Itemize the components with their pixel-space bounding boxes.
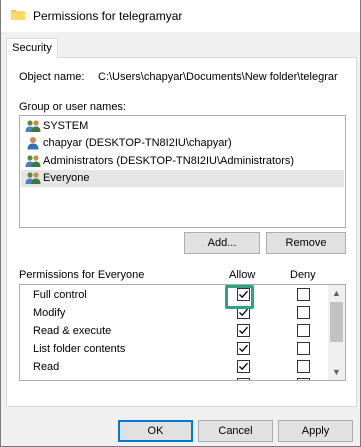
object-name-label: Object name:: [19, 71, 85, 83]
user-list[interactable]: SYSTEM chapyar (DESKTOP-TN8I2IU\chapyar) A…: [19, 115, 346, 228]
deny-checkbox[interactable]: [297, 324, 310, 337]
permission-row: Full control: [20, 286, 328, 304]
allow-checkbox[interactable]: [237, 378, 250, 380]
allow-column-header: Allow: [229, 269, 256, 281]
object-name-value: C:\Users\chapyar\Documents\New folder\te…: [98, 71, 338, 83]
deny-checkbox[interactable]: [297, 288, 310, 301]
permission-row: Read & execute: [20, 322, 328, 340]
allow-checkbox[interactable]: [237, 342, 250, 355]
folder-icon: [11, 8, 25, 21]
deny-checkbox[interactable]: [297, 306, 310, 319]
permission-row: [20, 376, 328, 380]
permissions-dialog: Permissions for telegramyar Security Obj…: [0, 0, 361, 447]
full-control-highlight: [225, 285, 254, 309]
permission-row: Read: [20, 358, 328, 376]
user-list-item[interactable]: chapyar (DESKTOP-TN8I2IU\chapyar): [21, 135, 344, 152]
permission-name: Read & execute: [33, 325, 112, 337]
security-panel: Object name: C:\Users\chapyar\Documents\…: [6, 57, 357, 407]
user-list-item-label: Everyone: [43, 172, 90, 184]
scroll-up-icon[interactable]: ▲: [328, 285, 345, 301]
deny-checkbox[interactable]: [297, 360, 310, 373]
user-list-item-label: chapyar (DESKTOP-TN8I2IU\chapyar): [43, 137, 232, 149]
user-icon: [25, 136, 41, 150]
deny-column-header: Deny: [290, 269, 316, 281]
window-title: Permissions for telegramyar: [33, 9, 183, 23]
permission-name: List folder contents: [33, 343, 126, 355]
user-list-item[interactable]: Administrators (DESKTOP-TN8I2IU\Administ…: [21, 152, 344, 169]
permission-row: List folder contents: [20, 340, 328, 358]
cancel-button[interactable]: Cancel: [198, 420, 273, 442]
user-list-item[interactable]: SYSTEM: [21, 117, 344, 134]
user-group-icon: [25, 171, 41, 185]
allow-checkbox[interactable]: [237, 324, 250, 337]
permission-name: Full control: [33, 289, 87, 301]
user-list-item-label: Administrators (DESKTOP-TN8I2IU\Administ…: [43, 154, 295, 167]
deny-checkbox[interactable]: [297, 342, 310, 355]
permissions-scrollbar[interactable]: ▲ ▼: [328, 285, 345, 380]
scroll-thumb[interactable]: [330, 302, 343, 342]
user-group-icon: [25, 154, 41, 168]
permission-name: Read: [33, 361, 60, 373]
user-group-icon: [25, 119, 41, 133]
permission-row: Modify: [20, 304, 328, 322]
deny-checkbox[interactable]: [297, 378, 310, 380]
group-names-label: Group or user names:: [19, 101, 126, 113]
scroll-down-icon[interactable]: ▼: [328, 364, 345, 380]
remove-button[interactable]: Remove: [266, 232, 346, 254]
tab-security[interactable]: Security: [6, 38, 58, 58]
add-button[interactable]: Add...: [184, 232, 260, 254]
permissions-label: Permissions for Everyone: [19, 269, 145, 281]
user-list-item[interactable]: Everyone: [21, 169, 344, 187]
allow-checkbox[interactable]: [237, 360, 250, 373]
title-bar: Permissions for telegramyar: [1, 0, 360, 32]
permission-name: Modify: [33, 307, 66, 319]
ok-button[interactable]: OK: [118, 420, 193, 442]
permissions-list: ▲ ▼ Full control Modify Read & execute List…: [19, 284, 346, 381]
apply-button[interactable]: Apply: [278, 420, 353, 442]
user-list-item-label: SYSTEM: [43, 119, 89, 132]
